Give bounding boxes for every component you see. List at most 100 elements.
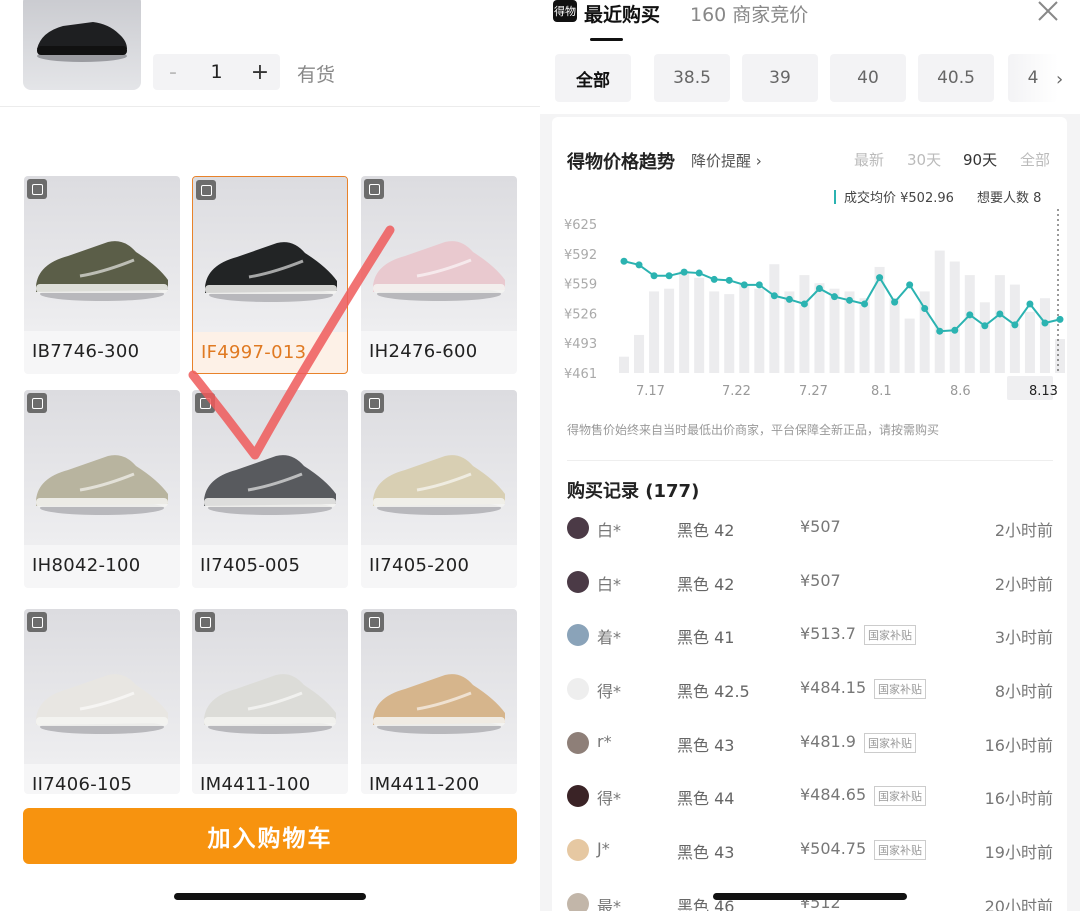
- purchase-record-row: r* 黑色 43 ¥481.9 国家补贴 16小时前: [552, 730, 1067, 760]
- price-point: [876, 274, 884, 282]
- price-alert-link[interactable]: 降价提醒 ›: [691, 150, 762, 171]
- size-option[interactable]: 39: [742, 54, 818, 102]
- avatar: [567, 732, 589, 754]
- purchase-record-row: 白* 黑色 42 ¥507 2小时前: [552, 515, 1067, 545]
- avatar: [567, 517, 589, 539]
- product-selector-panel: - 1 + 有货 DC0774-205IR0952-100IB7746-201I…: [0, 0, 540, 911]
- x-tick-label: 8.1: [871, 384, 892, 399]
- product-code: II7405-200: [369, 555, 470, 576]
- purchase-record-row: 得* 黑色 44 ¥484.65 国家补贴 16小时前: [552, 783, 1067, 813]
- record-size: 黑色 42: [677, 575, 735, 594]
- image-toggle-icon: [195, 612, 215, 632]
- volume-bar: [739, 284, 750, 373]
- product-code: IB7746-300: [32, 341, 140, 362]
- buyer-name: J*: [597, 839, 610, 858]
- image-toggle-icon: [27, 612, 47, 632]
- product-image: [193, 177, 347, 332]
- quantity-stepper[interactable]: - 1 +: [153, 54, 280, 90]
- record-price: ¥481.9: [800, 732, 856, 751]
- close-icon[interactable]: [1035, 0, 1061, 24]
- volume-bar: [904, 318, 915, 373]
- y-tick-label: ¥559: [564, 278, 597, 293]
- product-card[interactable]: IH8042-100: [24, 390, 180, 588]
- avatar: [567, 678, 589, 700]
- y-tick-label: ¥592: [564, 248, 597, 263]
- size-option[interactable]: 40.5: [918, 54, 994, 102]
- price-point: [755, 281, 763, 289]
- tab-merchant-bids[interactable]: 160 商家竞价: [690, 0, 808, 27]
- price-trend-title: 得物价格趋势: [567, 152, 675, 173]
- active-tab-indicator: [590, 38, 623, 41]
- product-card[interactable]: IM4411-200: [361, 609, 517, 794]
- image-toggle-icon: [195, 393, 215, 413]
- size-option[interactable]: 40: [830, 54, 906, 102]
- tooltip-want-count: 想要人数 8: [977, 190, 1041, 206]
- buyer-name: r*: [597, 732, 612, 751]
- product-code: II7405-005: [200, 555, 301, 576]
- subsidy-badge: 国家补贴: [874, 786, 926, 806]
- size-option[interactable]: 全部: [555, 54, 631, 102]
- product-code: IM4411-100: [200, 774, 311, 794]
- price-point: [665, 272, 673, 280]
- decrease-button[interactable]: -: [153, 54, 193, 90]
- volume-bar: [829, 288, 840, 373]
- subsidy-badge: 国家补贴: [874, 840, 926, 860]
- stock-status: 有货: [297, 64, 336, 86]
- dewu-logo: 得物: [553, 0, 577, 22]
- price-note: 得物售价始终来自当时最低出价商家，平台保障全新正品，请按需购买: [567, 423, 940, 437]
- product-image: [24, 609, 180, 764]
- purchase-record-row: J* 黑色 43 ¥504.75 国家补贴 19小时前: [552, 837, 1067, 867]
- volume-bar: [934, 250, 945, 373]
- range-all[interactable]: 全部: [1020, 149, 1050, 170]
- size-option[interactable]: 4: [1008, 54, 1058, 102]
- range-90d[interactable]: 90天: [963, 149, 997, 170]
- product-image: [361, 390, 517, 545]
- buyer-name: 着*: [597, 628, 622, 647]
- purchase-record-row: 得* 黑色 42.5 ¥484.15 国家补贴 8小时前: [552, 676, 1067, 706]
- range-latest[interactable]: 最新: [854, 149, 884, 170]
- increase-button[interactable]: +: [240, 54, 280, 90]
- volume-bar: [754, 288, 765, 373]
- chevron-right-icon[interactable]: ›: [1056, 69, 1063, 90]
- price-trend-chart: 成交均价 ¥502.96 想要人数 8 ¥625 ¥592 ¥559 ¥526 ¥493…: [564, 187, 1065, 400]
- range-30d[interactable]: 30天: [907, 149, 941, 170]
- product-card[interactable]: IM4411-100: [192, 609, 348, 794]
- volume-bar: [649, 291, 660, 373]
- buyer-name: 白*: [597, 521, 622, 540]
- tooltip-average-price: 成交均价 ¥502.96: [844, 190, 954, 206]
- tab-recent-purchases[interactable]: 最近购买: [584, 0, 660, 27]
- size-option[interactable]: 38.5: [654, 54, 730, 102]
- product-code: IH2476-600: [369, 341, 478, 362]
- avatar: [567, 571, 589, 593]
- record-size: 黑色 44: [677, 789, 735, 808]
- product-card[interactable]: II7406-105: [24, 609, 180, 794]
- product-card[interactable]: IF4997-013: [192, 176, 348, 374]
- product-card[interactable]: IB7746-300: [24, 176, 180, 374]
- product-image: [361, 609, 517, 764]
- record-size: 黑色 42.5: [677, 682, 750, 701]
- subsidy-badge: 国家补贴: [874, 679, 926, 699]
- record-price: ¥513.7: [800, 624, 856, 643]
- product-code: IH8042-100: [32, 555, 141, 576]
- volume-bar: [889, 298, 900, 373]
- avatar: [567, 839, 589, 861]
- product-card[interactable]: II7405-005: [192, 390, 348, 588]
- x-tick-label: 8.13: [1029, 384, 1058, 399]
- product-card[interactable]: IH2476-600: [361, 176, 517, 374]
- price-point: [846, 296, 854, 304]
- price-point: [1011, 321, 1019, 329]
- product-card[interactable]: II7405-200: [361, 390, 517, 588]
- price-point: [785, 295, 793, 303]
- product-code: IM4411-200: [369, 774, 480, 794]
- image-toggle-icon: [196, 180, 216, 200]
- image-toggle-icon: [364, 393, 384, 413]
- record-price: ¥484.65: [800, 785, 867, 804]
- screen: - 1 + 有货 DC0774-205IR0952-100IB7746-201I…: [0, 0, 1080, 911]
- purchase-records-title: 购买记录 (177): [567, 481, 700, 502]
- price-point: [996, 310, 1004, 318]
- quantity-value: 1: [210, 61, 223, 83]
- price-point: [936, 327, 944, 335]
- image-toggle-icon: [27, 179, 47, 199]
- add-to-cart-button[interactable]: 加入购物车: [23, 808, 517, 864]
- x-tick-label: 7.27: [799, 384, 828, 399]
